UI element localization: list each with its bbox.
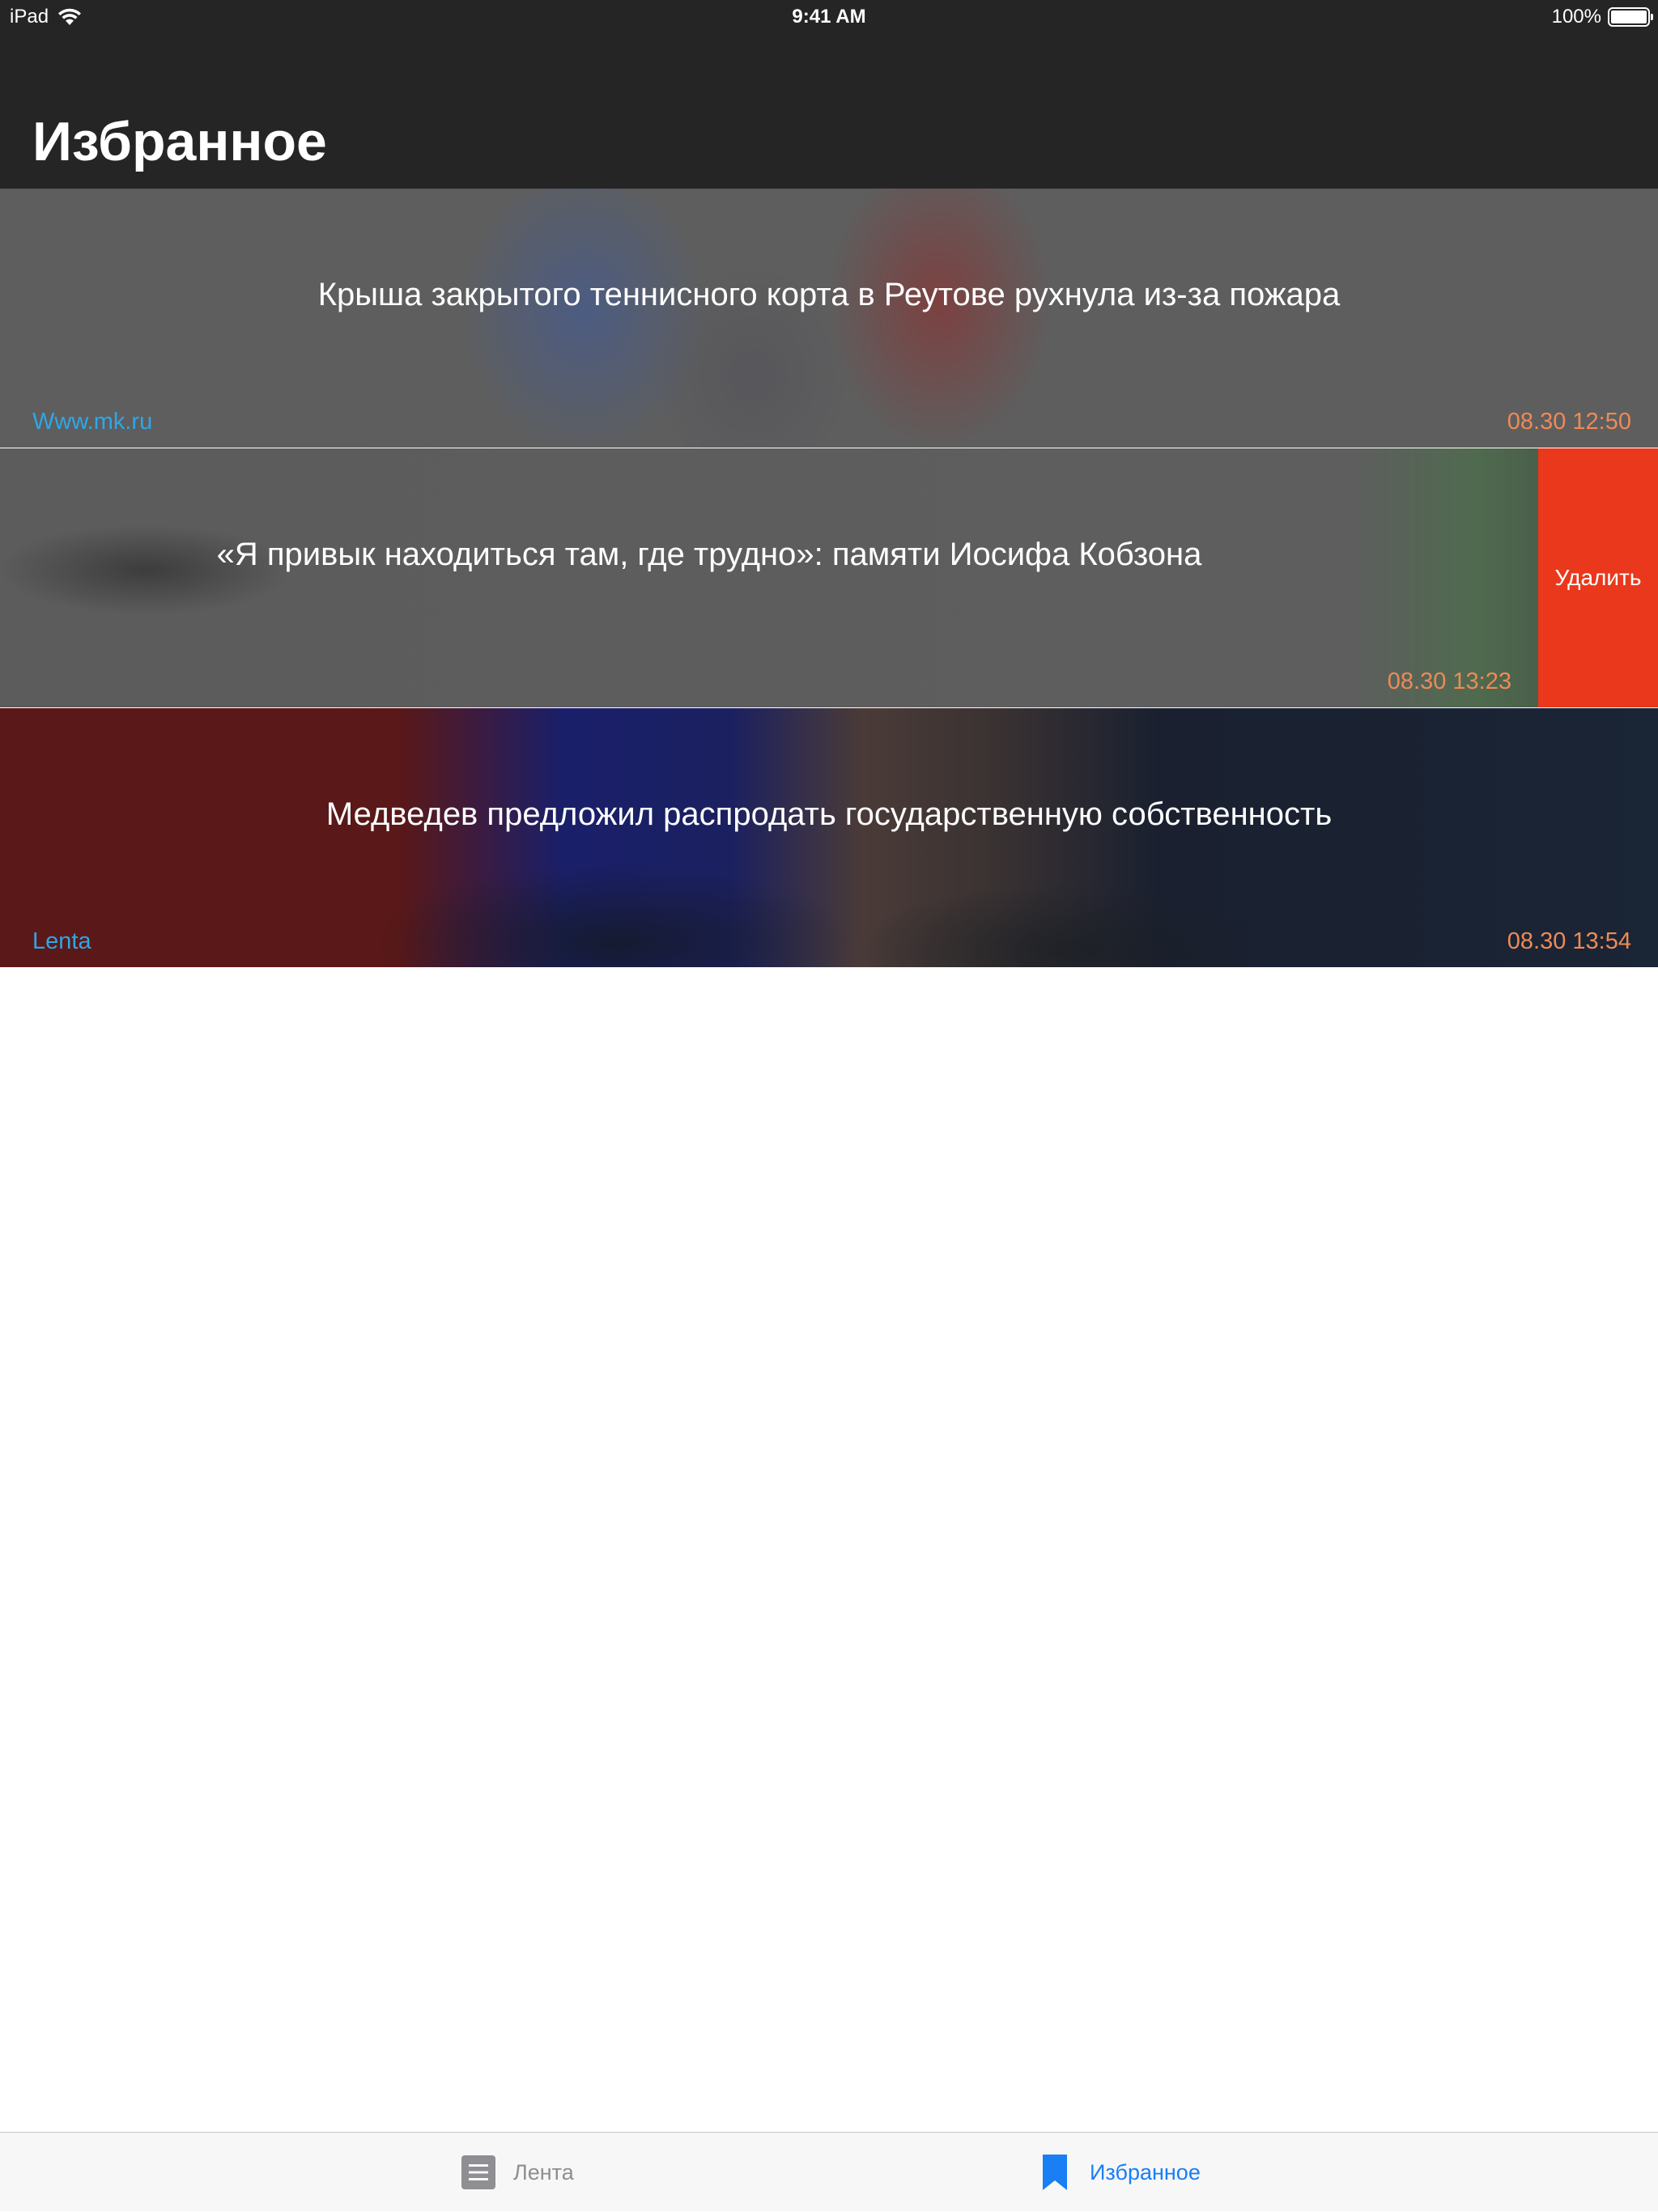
delete-button[interactable]: Удалить	[1538, 448, 1658, 707]
bookmark-icon	[1036, 2152, 1073, 2193]
list-icon	[460, 2152, 497, 2193]
status-time: 9:41 AM	[0, 5, 1658, 29]
news-timestamp: 08.30 12:50	[1507, 407, 1631, 436]
news-row[interactable]: Медведев предложил распродать государств…	[0, 708, 1658, 968]
news-source-link[interactable]: Lenta	[32, 927, 91, 956]
page-title: Избранное	[32, 108, 327, 175]
battery-icon	[1608, 7, 1650, 27]
news-title: «Я привык находиться там, где трудно»: п…	[0, 533, 1538, 575]
tab-feed-label: Лента	[513, 2160, 574, 2185]
news-content: Крыша закрытого теннисного корта в Реуто…	[0, 189, 1658, 448]
news-row-swiped[interactable]: «Я привык находиться там, где трудно»: п…	[0, 448, 1658, 708]
battery-percent: 100%	[1552, 6, 1601, 28]
news-content: Медведев предложил распродать государств…	[0, 708, 1658, 967]
tab-favorites[interactable]: Избранное	[1036, 2133, 1201, 2212]
news-row[interactable]: Крыша закрытого теннисного корта в Реуто…	[0, 189, 1658, 448]
favorites-list: Крыша закрытого теннисного корта в Реуто…	[0, 189, 1658, 968]
battery-level	[1611, 11, 1647, 23]
news-title: Крыша закрытого теннисного корта в Реуто…	[0, 274, 1658, 316]
news-title: Медведев предложил распродать государств…	[0, 793, 1658, 835]
status-bar-right: 100%	[1552, 5, 1650, 29]
news-source-link[interactable]: Www.mk.ru	[32, 407, 152, 436]
news-timestamp: 08.30 13:23	[1388, 667, 1511, 696]
navigation-header: iPad 9:41 AM 100% Избранное	[0, 0, 1658, 189]
tab-favorites-label: Избранное	[1090, 2160, 1201, 2185]
news-content: «Я привык находиться там, где трудно»: п…	[0, 448, 1538, 707]
tab-feed[interactable]: Лента	[460, 2133, 574, 2212]
news-timestamp: 08.30 13:54	[1507, 927, 1631, 956]
tab-bar: Лента Избранное	[0, 2132, 1658, 2211]
